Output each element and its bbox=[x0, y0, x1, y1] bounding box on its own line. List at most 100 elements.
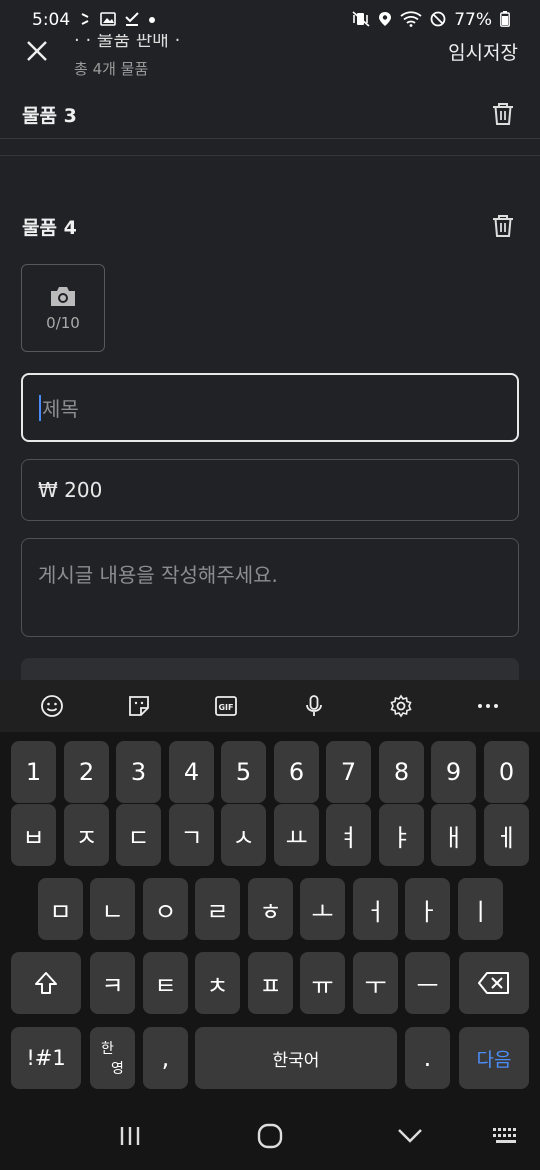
next-key[interactable]: 다음 bbox=[459, 1027, 529, 1089]
status-right: 77% bbox=[352, 10, 510, 30]
key-4[interactable]: 4 bbox=[169, 741, 214, 803]
content-placeholder: 게시글 내용을 작성해주세요. bbox=[38, 563, 278, 587]
delete-item-3-button[interactable] bbox=[490, 101, 516, 127]
key-o[interactable]: ㅗ bbox=[300, 878, 345, 940]
trash-icon bbox=[493, 103, 513, 125]
lang-label-eng: 영 bbox=[111, 1061, 124, 1077]
key-6[interactable]: 6 bbox=[274, 741, 319, 803]
key-hieut[interactable]: ㅎ bbox=[248, 878, 293, 940]
key-bieup[interactable]: ㅂ bbox=[11, 804, 56, 866]
key-rieul[interactable]: ㄹ bbox=[195, 878, 240, 940]
recent-apps-icon bbox=[120, 1127, 140, 1145]
gif-icon[interactable]: GIF bbox=[206, 686, 246, 726]
recent-apps-button[interactable] bbox=[110, 1116, 150, 1156]
key-eo[interactable]: ㅓ bbox=[353, 878, 398, 940]
camera-icon bbox=[51, 287, 75, 306]
key-chieut[interactable]: ㅊ bbox=[195, 952, 240, 1014]
emoji-icon[interactable] bbox=[32, 686, 72, 726]
page-title: · · 물품 판매 · bbox=[74, 30, 181, 51]
home-button[interactable] bbox=[250, 1116, 290, 1156]
gallery-icon bbox=[100, 11, 116, 29]
text-cursor bbox=[39, 394, 41, 421]
close-button[interactable] bbox=[20, 34, 54, 68]
save-draft-button[interactable]: 임시저장 bbox=[448, 38, 518, 65]
key-giyeok[interactable]: ㄱ bbox=[169, 804, 214, 866]
svg-text:GIF: GIF bbox=[219, 703, 234, 712]
key-8[interactable]: 8 bbox=[379, 741, 424, 803]
key-tieut[interactable]: ㅌ bbox=[143, 952, 188, 1014]
key-yeo[interactable]: ㅕ bbox=[326, 804, 371, 866]
key-0[interactable]: 0 bbox=[484, 741, 529, 803]
key-a[interactable]: ㅏ bbox=[405, 878, 450, 940]
delete-item-4-button[interactable] bbox=[490, 213, 516, 239]
wifi-icon bbox=[400, 10, 422, 30]
backspace-icon bbox=[478, 972, 509, 994]
key-mieum[interactable]: ㅁ bbox=[38, 878, 83, 940]
language-switch-key[interactable]: 한 영 bbox=[90, 1027, 135, 1089]
close-icon bbox=[27, 41, 47, 61]
key-ya[interactable]: ㅑ bbox=[379, 804, 424, 866]
location-icon bbox=[378, 11, 392, 30]
key-jieut[interactable]: ㅈ bbox=[64, 804, 109, 866]
comma-key[interactable]: , bbox=[143, 1027, 188, 1089]
task-check-icon bbox=[124, 11, 140, 30]
key-kieuk[interactable]: ㅋ bbox=[90, 952, 135, 1014]
keyboard-icon bbox=[493, 1128, 516, 1143]
settings-icon[interactable] bbox=[381, 686, 421, 726]
title-placeholder: 제목 bbox=[42, 397, 79, 421]
trash-icon bbox=[493, 215, 513, 237]
battery-icon bbox=[500, 10, 510, 30]
add-photo-button[interactable]: 0/10 bbox=[21, 264, 105, 352]
key-pieup[interactable]: ㅍ bbox=[248, 952, 293, 1014]
shift-icon bbox=[35, 972, 57, 994]
shift-key[interactable] bbox=[11, 952, 81, 1014]
keyboard: 1 2 3 4 5 6 7 8 9 0 ㅂ ㅈ ㄷ ㄱ ㅅ ㅛ ㅕ ㅑ ㅐ ㅔ … bbox=[0, 732, 540, 1102]
item-3-label: 물품 3 bbox=[22, 104, 77, 127]
sticker-icon[interactable] bbox=[119, 686, 159, 726]
key-7[interactable]: 7 bbox=[326, 741, 371, 803]
period-key[interactable]: . bbox=[405, 1027, 450, 1089]
do-not-disturb-icon bbox=[430, 11, 446, 30]
key-2[interactable]: 2 bbox=[64, 741, 109, 803]
backspace-key[interactable] bbox=[459, 952, 529, 1014]
notification-dot-icon bbox=[148, 13, 156, 27]
key-ieung[interactable]: ㅇ bbox=[143, 878, 188, 940]
add-item-button[interactable] bbox=[21, 658, 519, 680]
key-1[interactable]: 1 bbox=[11, 741, 56, 803]
key-nieun[interactable]: ㄴ bbox=[90, 878, 135, 940]
symbols-key[interactable]: !#1 bbox=[11, 1027, 81, 1089]
key-digeut[interactable]: ㄷ bbox=[116, 804, 161, 866]
hide-keyboard-button[interactable] bbox=[390, 1116, 430, 1156]
key-3[interactable]: 3 bbox=[116, 741, 161, 803]
item-4-label: 물품 4 bbox=[22, 216, 77, 239]
key-e[interactable]: ㅔ bbox=[484, 804, 529, 866]
price-value: ₩ 200 bbox=[38, 478, 103, 502]
key-siot[interactable]: ㅅ bbox=[221, 804, 266, 866]
item-3-header: 물품 3 bbox=[0, 96, 540, 132]
key-5[interactable]: 5 bbox=[221, 741, 266, 803]
key-ae[interactable]: ㅐ bbox=[431, 804, 476, 866]
key-yo[interactable]: ㅛ bbox=[274, 804, 319, 866]
title-field[interactable]: 제목 bbox=[21, 373, 519, 442]
content-field[interactable]: 게시글 내용을 작성해주세요. bbox=[21, 538, 519, 637]
key-9[interactable]: 9 bbox=[431, 741, 476, 803]
key-i[interactable]: ㅣ bbox=[458, 878, 503, 940]
chevron-down-icon bbox=[398, 1129, 422, 1143]
keyboard-switch-button[interactable] bbox=[486, 1116, 526, 1156]
home-icon bbox=[257, 1123, 283, 1149]
price-field[interactable]: ₩ 200 bbox=[21, 459, 519, 521]
mic-icon[interactable] bbox=[294, 686, 334, 726]
key-eu[interactable]: ㅡ bbox=[405, 952, 450, 1014]
header: · · 물품 판매 · 총 4개 물품 임시저장 bbox=[0, 30, 540, 88]
more-icon[interactable] bbox=[468, 686, 508, 726]
vibrate-mute-icon bbox=[352, 10, 370, 30]
lang-label-han: 한 bbox=[101, 1041, 114, 1057]
photo-count: 0/10 bbox=[46, 314, 80, 332]
status-left: 5:04 bbox=[32, 10, 156, 30]
key-yu[interactable]: ㅠ bbox=[300, 952, 345, 1014]
item-count-subtitle: 총 4개 물품 bbox=[74, 60, 149, 78]
space-key[interactable]: 한국어 bbox=[195, 1027, 397, 1089]
navigation-bar bbox=[0, 1102, 540, 1170]
keyboard-toolbar: GIF bbox=[0, 680, 540, 732]
key-u[interactable]: ㅜ bbox=[353, 952, 398, 1014]
